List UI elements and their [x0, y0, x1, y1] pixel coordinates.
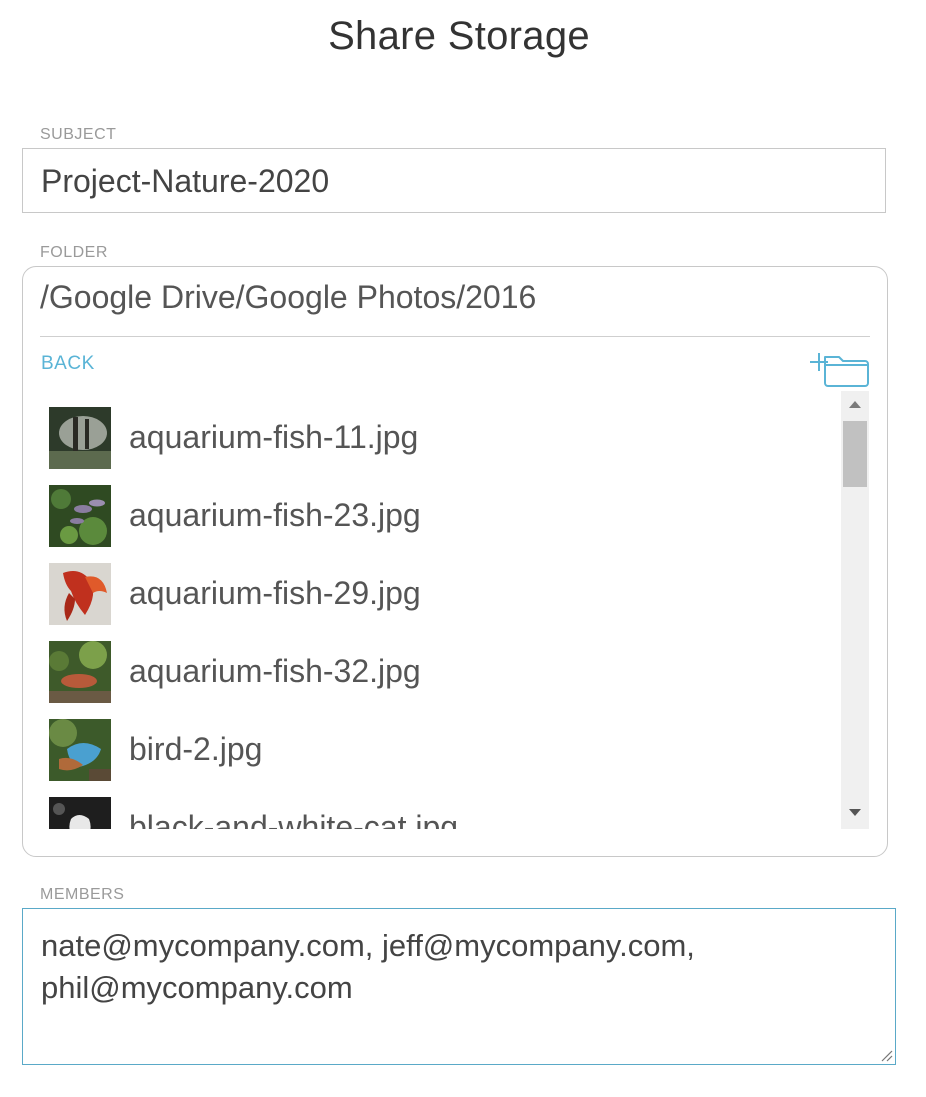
- dialog-title: Share Storage: [328, 14, 590, 58]
- file-name: bird-2.jpg: [129, 731, 263, 767]
- file-item-aquarium-fish-23[interactable]: aquarium-fish-23.jpg: [49, 485, 839, 547]
- file-list-scrollbar[interactable]: [841, 391, 869, 829]
- scrollbar-thumb[interactable]: [843, 421, 867, 487]
- file-list: aquarium-fish-11.jpg aquarium-fish-23.jp…: [49, 407, 839, 829]
- file-item-aquarium-fish-32[interactable]: aquarium-fish-32.jpg: [49, 641, 839, 703]
- file-thumbnail: [49, 797, 111, 829]
- file-name: aquarium-fish-29.jpg: [129, 575, 421, 611]
- file-name: aquarium-fish-11.jpg: [129, 419, 419, 455]
- share-storage-dialog: Share Storage SUBJECT FOLDER /Google Dri…: [0, 0, 926, 1097]
- members-field: [22, 908, 896, 1065]
- file-item-bird-2[interactable]: bird-2.jpg: [49, 719, 839, 781]
- file-thumbnail: [49, 407, 111, 469]
- folder-browser: /Google Drive/Google Photos/2016 BACK aq…: [22, 266, 888, 857]
- members-label: MEMBERS: [40, 886, 125, 903]
- file-thumbnail: [49, 563, 111, 625]
- file-item-aquarium-fish-11[interactable]: aquarium-fish-11.jpg: [49, 407, 839, 469]
- scroll-up-arrow-icon[interactable]: [849, 401, 861, 408]
- file-item-aquarium-fish-29[interactable]: aquarium-fish-29.jpg: [49, 563, 839, 625]
- path-divider: [40, 336, 870, 337]
- back-link[interactable]: BACK: [41, 353, 95, 375]
- file-name: aquarium-fish-32.jpg: [129, 653, 421, 689]
- file-thumbnail: [49, 719, 111, 781]
- file-name: black-and-white-cat.jpg: [129, 809, 459, 829]
- members-input[interactable]: [23, 909, 895, 1064]
- resize-grip-icon[interactable]: [879, 1048, 893, 1062]
- subject-input[interactable]: [41, 159, 861, 203]
- folder-label: FOLDER: [40, 244, 108, 261]
- file-thumbnail: [49, 641, 111, 703]
- folder-path: /Google Drive/Google Photos/2016: [40, 279, 537, 315]
- file-name: aquarium-fish-23.jpg: [129, 497, 421, 533]
- add-folder-icon[interactable]: [809, 349, 871, 389]
- subject-field: [22, 148, 886, 213]
- subject-label: SUBJECT: [40, 126, 117, 143]
- scroll-down-arrow-icon[interactable]: [849, 809, 861, 816]
- file-item-black-and-white-cat[interactable]: black-and-white-cat.jpg: [49, 797, 839, 829]
- file-thumbnail: [49, 485, 111, 547]
